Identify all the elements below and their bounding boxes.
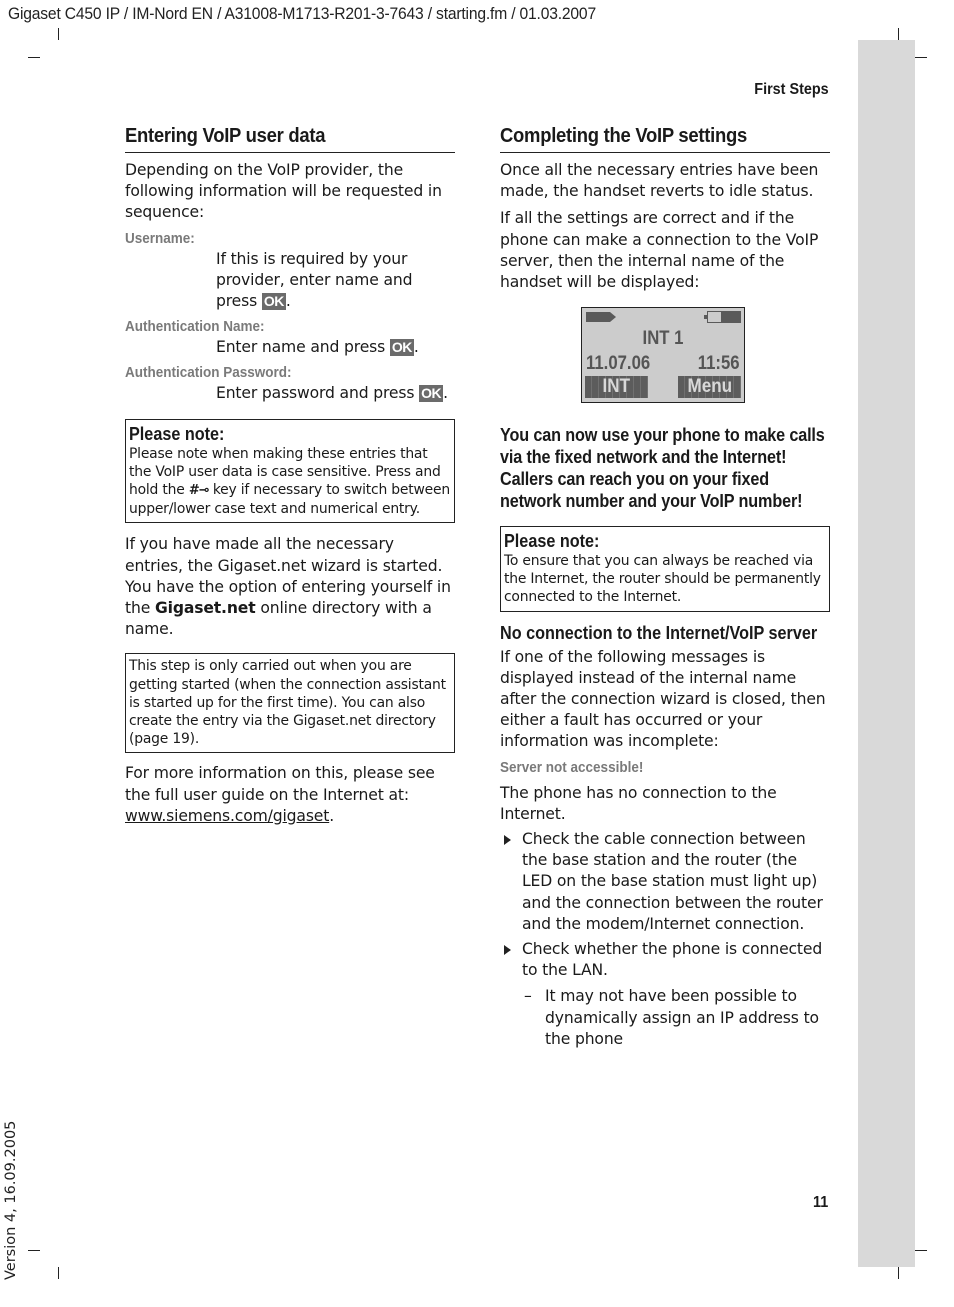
crop-mark: [58, 1267, 59, 1279]
hash-key-icon: #⊸: [188, 483, 210, 499]
right-column: Completing the VoIP settings Once all th…: [500, 124, 830, 293]
no-connection-paragraph: If one of the following messages is disp…: [500, 647, 826, 751]
note-title: Please note:: [504, 531, 600, 551]
ok-key-icon: OK: [389, 339, 414, 357]
chapter-title: First Steps: [754, 81, 829, 98]
siemens-gigaset-link[interactable]: www.siemens.com/gigaset: [125, 807, 329, 825]
note-text: Please note when making these entries th…: [129, 445, 450, 519]
dash-text: It may not have been possible to dynamic…: [545, 987, 819, 1048]
battery-fill: [720, 312, 740, 322]
document-header: Gigaset C450 IP / IM-Nord EN / A31008-M1…: [8, 4, 596, 23]
battery-icon: [704, 311, 741, 323]
dash-symbol: –: [524, 987, 532, 1006]
period: .: [329, 806, 335, 825]
entry-username: Username: If this is required by your pr…: [125, 229, 455, 313]
success-message: You can now use your phone to make calls…: [500, 425, 825, 511]
entry-text: If this is required by your provider, en…: [125, 249, 455, 313]
note-text: This step is only carried out when you a…: [129, 658, 446, 748]
display-paragraph: If all the settings are correct and if t…: [500, 209, 819, 292]
idle-paragraph: Once all the necessary entries have been…: [500, 161, 819, 201]
signal-strength-icon: [586, 312, 616, 322]
note-box-router: Please note: To ensure that you can alwa…: [500, 526, 830, 612]
entry-auth-name: Authentication Name: Enter name and pres…: [125, 317, 455, 358]
entry-label: Username:: [125, 229, 195, 247]
gigaset-net-name: Gigaset.net: [154, 599, 256, 618]
bullet-arrow-icon: [504, 945, 511, 956]
section-title-text: Completing the VoIP settings: [500, 124, 748, 147]
crop-mark: [28, 1250, 40, 1251]
entry-auth-password: Authentication Password: Enter password …: [125, 363, 455, 404]
softkey-label: INT: [602, 376, 631, 397]
crop-mark: [28, 57, 40, 58]
entry-label: Authentication Password:: [125, 364, 292, 382]
bullet-arrow-icon: [504, 835, 511, 846]
period: .: [413, 338, 419, 357]
subheading-no-connection: No connection to the Internet/VoIP serve…: [500, 622, 818, 643]
bullet-text: Check whether the phone is connected to …: [522, 940, 823, 980]
bullet-item: Check the cable connection between the b…: [500, 829, 830, 935]
ok-key-icon: OK: [261, 293, 286, 311]
more-info-paragraph: For more information on this, please see…: [125, 763, 455, 827]
section-title-text: Entering VoIP user data: [125, 124, 326, 147]
crop-mark: [58, 28, 59, 40]
bullet-text: Check the cable connection between the b…: [522, 830, 823, 933]
softkey-label: Menu: [687, 376, 732, 397]
entry-instruction: Enter name and press: [216, 338, 386, 357]
entry-text: Enter password and press OK.: [125, 383, 455, 404]
bullet-item: Check whether the phone is connected to …: [500, 939, 830, 981]
wizard-paragraph: If you have made all the necessary entri…: [125, 534, 455, 640]
page-number: 11: [813, 1194, 829, 1211]
crop-mark: [898, 28, 899, 40]
right-column-lower: You can now use your phone to make calls…: [500, 424, 830, 1050]
entry-label: Authentication Name:: [125, 318, 265, 336]
period: .: [443, 384, 448, 403]
note-text: To ensure that you can always be reached…: [504, 553, 821, 606]
side-tab-bar: [858, 40, 915, 1267]
handset-internal-name: INT 1: [642, 328, 684, 349]
intro-paragraph: Depending on the VoIP provider, the foll…: [125, 161, 442, 222]
softkey-menu[interactable]: Menu: [678, 376, 741, 398]
note-box-first-time: This step is only carried out when you a…: [125, 653, 455, 754]
entry-instruction: Enter password and press: [216, 384, 415, 403]
crop-mark: [915, 57, 927, 58]
ok-key-icon: OK: [419, 385, 444, 403]
display-time: 11:56: [698, 353, 740, 374]
softkey-int[interactable]: INT: [585, 376, 648, 398]
more-info-text: For more information on this, please see…: [125, 764, 435, 804]
entry-instruction: If this is required by your provider, en…: [216, 249, 413, 311]
dash-item: – It may not have been possible to dynami…: [500, 986, 830, 1050]
message-explanation: The phone has no connection to the Inter…: [500, 783, 777, 823]
message-label-server: Server not accessible!: [500, 758, 644, 776]
section-title-completing-voip: Completing the VoIP settings: [500, 124, 830, 153]
note-box-case-sensitive: Please note: Please note when making the…: [125, 418, 455, 524]
section-title-entering-voip: Entering VoIP user data: [125, 124, 455, 153]
period: .: [285, 292, 291, 311]
battery-nub: [704, 315, 707, 319]
handset-display: INT 1 11.07.06 11:56 INT Menu: [581, 307, 745, 403]
note-title: Please note:: [129, 423, 225, 444]
display-date: 11.07.06: [586, 353, 651, 374]
entry-text: Enter name and press OK.: [125, 337, 455, 358]
version-label: Version 4, 16.09.2005: [3, 1120, 19, 1280]
crop-mark: [915, 1250, 927, 1251]
left-column: Entering VoIP user data Depending on the…: [125, 124, 455, 827]
crop-mark: [898, 1267, 899, 1279]
